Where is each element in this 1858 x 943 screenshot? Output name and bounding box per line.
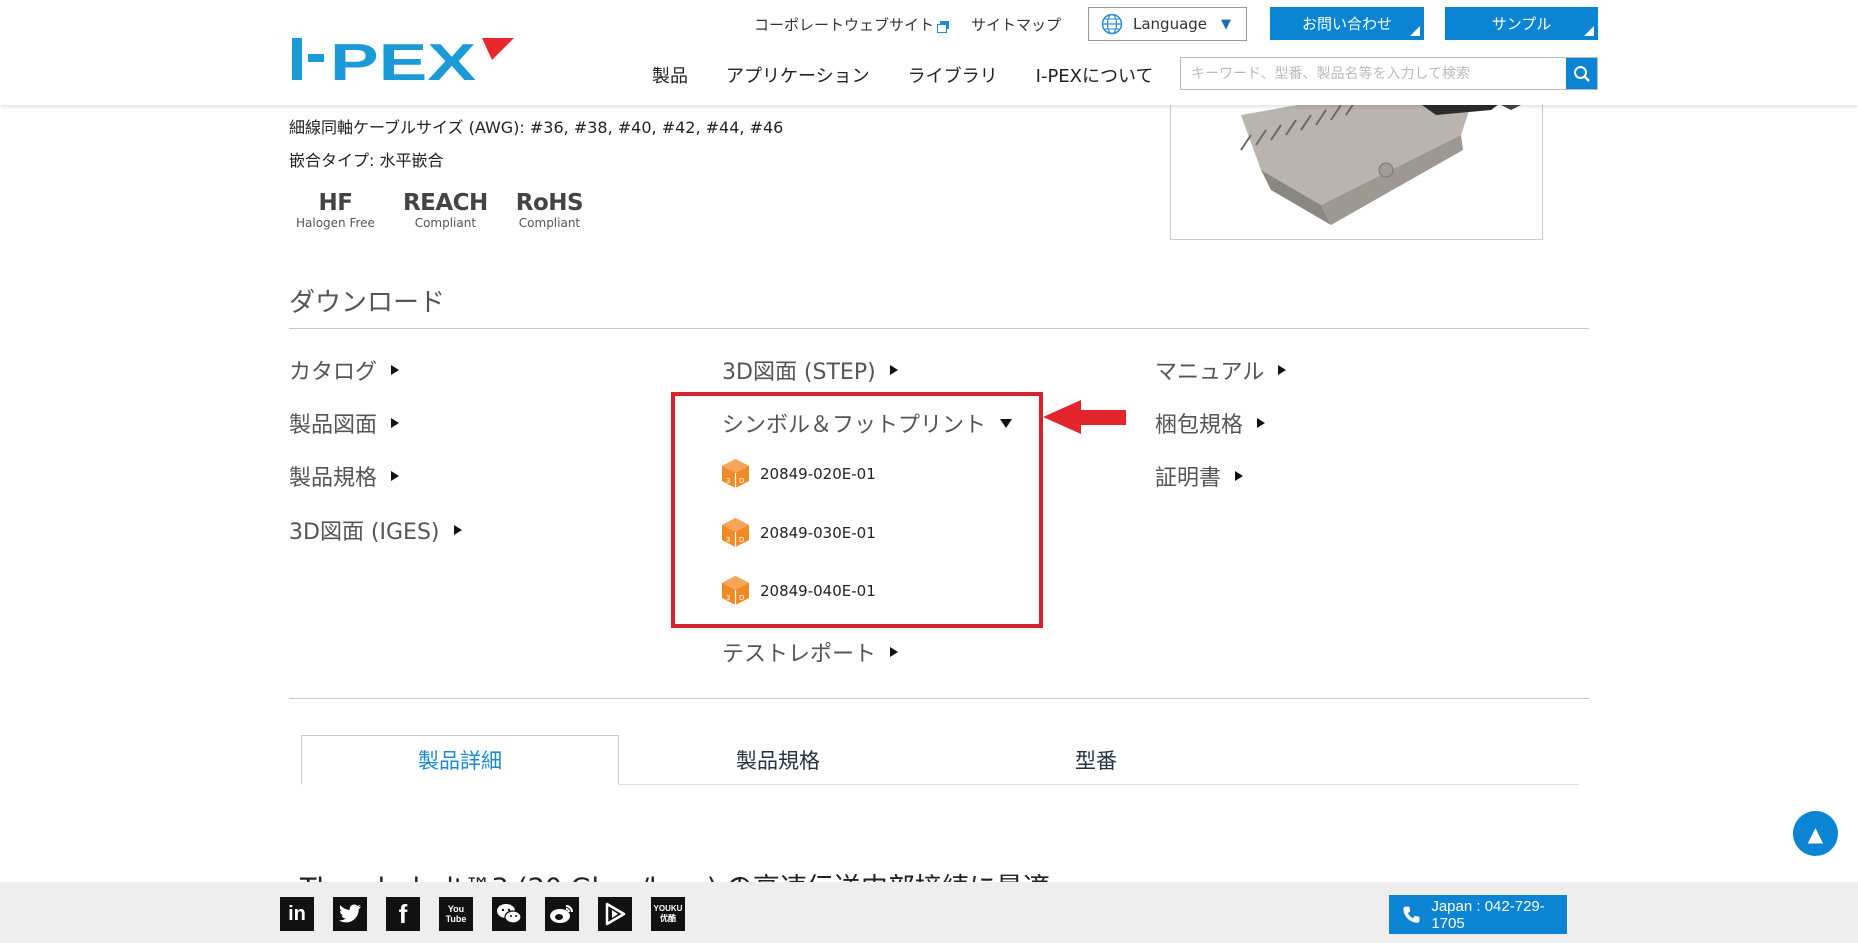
main-nav: 製品 アプリケーション ライブラリ I-PEXについて <box>652 62 1191 88</box>
footer-bar: in f You Tube YOUKU 优酷 Japan : 042-729-1… <box>0 882 1858 943</box>
download-certificate[interactable]: 証明書 <box>1155 460 1244 492</box>
corporate-site-link[interactable]: コーポレートウェブサイト <box>754 14 950 35</box>
triangle-right-icon <box>1235 471 1244 481</box>
download-test-report-label: テストレポート <box>722 642 877 667</box>
triangle-right-icon <box>453 525 462 535</box>
weibo-eye-icon <box>550 905 573 923</box>
compliance-badges: HF Halogen Free REACH Compliant RoHS Com… <box>296 190 611 230</box>
linkedin-icon[interactable]: in <box>280 897 314 931</box>
globe-icon <box>1101 13 1123 35</box>
language-label: Language <box>1133 15 1208 33</box>
download-catalog[interactable]: カタログ <box>289 354 400 386</box>
cable-size-spec: 細線同軸ケーブルサイズ (AWG): #36, #38, #40, #42, #… <box>289 118 784 137</box>
rohs-badge-sub: Compliant <box>518 216 581 230</box>
tab-part-number[interactable]: 型番 <box>937 735 1255 785</box>
tab-product-spec[interactable]: 製品規格 <box>619 735 937 785</box>
twitter-bird-icon <box>339 904 361 923</box>
phone-icon <box>1403 906 1420 923</box>
download-3d-iges[interactable]: 3D図面 (IGES) <box>289 514 462 546</box>
download-3d-step[interactable]: 3D図面 (STEP) <box>722 354 898 386</box>
triangle-right-icon <box>391 471 400 481</box>
download-test-report[interactable]: テストレポート <box>722 636 899 668</box>
nav-applications[interactable]: アプリケーション <box>726 62 870 88</box>
weibo-icon[interactable] <box>545 897 579 931</box>
search-input[interactable] <box>1181 58 1566 89</box>
download-spec[interactable]: 製品規格 <box>289 460 400 492</box>
highlight-box <box>671 392 1043 628</box>
download-3d-step-label: 3D図面 (STEP) <box>722 360 876 385</box>
download-packaging-label: 梱包規格 <box>1155 413 1244 438</box>
tab-product-details[interactable]: 製品詳細 <box>301 735 619 785</box>
phone-button[interactable]: Japan : 042-729-1705 <box>1389 895 1567 934</box>
reach-badge-title: REACH <box>402 190 488 216</box>
corporate-link-label: コーポレートウェブサイト <box>754 16 935 34</box>
top-links: コーポレートウェブサイト サイトマップ <box>754 14 1083 35</box>
twitter-icon[interactable] <box>333 897 367 931</box>
download-title: ダウンロード <box>289 288 446 318</box>
site-header: PEX コーポレートウェブサイト サイトマップ Language ▼ お問い合わ… <box>0 0 1858 105</box>
mating-type-spec: 嵌合タイプ: 水平嵌合 <box>289 151 444 170</box>
divider <box>289 698 1589 699</box>
facebook-icon[interactable]: f <box>386 897 420 931</box>
svg-text:PEX: PEX <box>330 36 476 84</box>
youtube-icon[interactable]: You Tube <box>439 897 473 931</box>
download-manual-label: マニュアル <box>1155 360 1265 385</box>
play-triangle-icon <box>605 902 626 926</box>
reach-badge-sub: Compliant <box>414 216 477 230</box>
triangle-right-icon <box>391 365 400 375</box>
nav-library[interactable]: ライブラリ <box>908 62 998 88</box>
search-box <box>1180 57 1598 90</box>
rohs-badge: RoHS Compliant <box>515 190 584 230</box>
phone-number: Japan : 042-729-1705 <box>1431 897 1545 932</box>
download-packaging[interactable]: 梱包規格 <box>1155 407 1266 439</box>
reach-badge: REACH Compliant <box>403 190 488 230</box>
sample-button[interactable]: サンプル <box>1445 7 1598 40</box>
hf-badge-sub: Halogen Free <box>296 216 375 230</box>
rohs-badge-title: RoHS <box>515 190 584 216</box>
triangle-right-icon <box>890 647 899 657</box>
external-link-icon <box>937 20 950 33</box>
hf-badge: HF Halogen Free <box>296 190 375 230</box>
nav-products[interactable]: 製品 <box>652 62 688 88</box>
triangle-right-icon <box>1257 418 1266 428</box>
language-selector[interactable]: Language ▼ <box>1088 7 1247 41</box>
nav-about[interactable]: I-PEXについて <box>1036 62 1154 88</box>
contact-button[interactable]: お問い合わせ <box>1270 7 1424 40</box>
tab-bar: 製品詳細 製品規格 型番 <box>301 735 1579 785</box>
download-3d-iges-label: 3D図面 (IGES) <box>289 520 440 545</box>
download-manual[interactable]: マニュアル <box>1155 354 1287 386</box>
search-icon <box>1573 65 1590 82</box>
social-links: in f You Tube YOUKU 优酷 <box>280 897 704 931</box>
triangle-right-icon <box>1278 365 1287 375</box>
download-drawing[interactable]: 製品図面 <box>289 407 400 439</box>
download-drawing-label: 製品図面 <box>289 413 378 438</box>
chevron-down-icon: ▼ <box>1221 16 1232 32</box>
play-icon[interactable] <box>598 897 632 931</box>
back-to-top-button[interactable]: ▲ <box>1793 811 1838 856</box>
wechat-bubbles-icon <box>497 904 522 924</box>
hf-badge-title: HF <box>318 190 353 216</box>
triangle-right-icon <box>889 365 898 375</box>
triangle-right-icon <box>391 418 400 428</box>
arrow-up-icon: ▲ <box>1807 821 1824 846</box>
ipex-logo[interactable]: PEX <box>292 36 514 84</box>
wechat-icon[interactable] <box>492 897 526 931</box>
download-certificate-label: 証明書 <box>1155 466 1222 491</box>
divider <box>289 328 1589 329</box>
download-catalog-label: カタログ <box>289 360 378 385</box>
red-arrow-icon <box>1043 400 1126 434</box>
search-button[interactable] <box>1566 58 1597 89</box>
product-image <box>1170 95 1543 240</box>
youku-icon[interactable]: YOUKU 优酷 <box>651 897 685 931</box>
sitemap-link[interactable]: サイトマップ <box>971 14 1061 35</box>
download-spec-label: 製品規格 <box>289 466 378 491</box>
